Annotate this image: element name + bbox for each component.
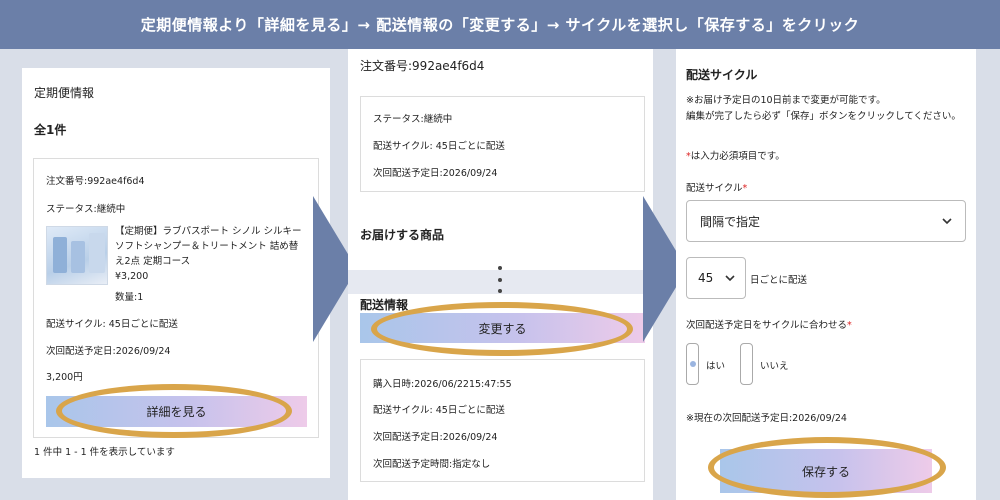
- product-price: ¥3,200: [115, 271, 149, 282]
- product-name[interactable]: 【定期便】ラブパスポート シノル シルキーソフトシャンプー＆トリートメント 詰め…: [115, 224, 307, 269]
- subscription-card: 注文番号:992ae4f6d4 ステータス:継続中 【定期便】ラブパスポート シ…: [33, 158, 319, 438]
- page-title: 定期便情報: [34, 86, 95, 100]
- change-button[interactable]: 変更する: [360, 313, 645, 343]
- next-delivery-date: 次回配送予定日:2026/09/24: [373, 432, 498, 443]
- current-next-date: ※現在の次回配送予定日:2026/09/24: [686, 413, 847, 424]
- cycle-type-select[interactable]: 間隔で指定: [686, 200, 966, 242]
- cycle-type-value: 間隔で指定: [700, 214, 761, 229]
- required-mark: *: [742, 183, 748, 194]
- cycle-days-suffix: 日ごとに配送: [750, 275, 808, 286]
- details-button[interactable]: 詳細を見る: [46, 396, 307, 427]
- required-mark: *: [847, 320, 852, 331]
- change-deadline-note: ※お届け予定日の10日前まで変更が可能です。: [686, 95, 886, 106]
- subscription-list-panel: 定期便情報 全1件 注文番号:992ae4f6d4 ステータス:継続中 【定期便…: [22, 68, 330, 478]
- product-quantity: 数量:1: [115, 292, 144, 303]
- radio-selected-dot: [690, 361, 696, 367]
- required-note-text: は入力必須項目です。: [690, 151, 785, 162]
- radio-yes-label[interactable]: はい: [706, 358, 725, 372]
- align-cycle-label: 次回配送予定日をサイクルに合わせる*: [686, 317, 852, 331]
- status-text: ステータス:継続中: [46, 204, 126, 215]
- save-reminder-note: 編集が完了したら必ず「保存」ボタンをクリックしてください。: [686, 111, 961, 122]
- status-text: ステータス:継続中: [373, 114, 453, 125]
- order-number: 注文番号:992ae4f6d4: [360, 59, 485, 73]
- radio-yes[interactable]: [686, 343, 699, 385]
- product-image: [46, 226, 108, 285]
- result-count: 全1件: [34, 123, 67, 137]
- items-heading: お届けする商品: [360, 228, 445, 242]
- radio-no[interactable]: [740, 343, 753, 385]
- shipping-heading: 配送情報: [360, 298, 409, 312]
- delivery-time: 次回配送予定時間:指定なし: [373, 459, 491, 470]
- status-card: ステータス:継続中 配送サイクル: 45日ごとに配送 次回配送予定日:2026/…: [360, 96, 645, 192]
- cycle-label: 配送サイクル*: [686, 180, 747, 194]
- instruction-banner: 定期便情報より「詳細を見る」→ 配送情報の「変更する」→ サイクルを選択し「保存…: [0, 0, 1000, 49]
- section-title: 配送サイクル: [686, 68, 758, 82]
- pagination-text: 1 件中 1 - 1 件を表示しています: [34, 447, 175, 458]
- delivery-cycle: 配送サイクル: 45日ごとに配送: [373, 405, 505, 416]
- cycle-label-text: 配送サイクル: [686, 183, 743, 194]
- cycle-days-select[interactable]: 45: [686, 257, 746, 299]
- save-button[interactable]: 保存する: [720, 449, 932, 493]
- delivery-cycle-panel: 配送サイクル ※お届け予定日の10日前まで変更が可能です。 編集が完了したら必ず…: [676, 49, 976, 500]
- chevron-down-icon: [942, 218, 952, 225]
- shipping-info-card: 購入日時:2026/06/2215:47:55 配送サイクル: 45日ごとに配送…: [360, 359, 645, 482]
- purchase-datetime: 購入日時:2026/06/2215:47:55: [373, 379, 512, 390]
- delivery-cycle: 配送サイクル: 45日ごとに配送: [46, 319, 178, 330]
- cycle-days-value: 45: [698, 271, 714, 285]
- chevron-down-icon: [725, 275, 735, 282]
- subscription-detail-panel: 注文番号:992ae4f6d4 ステータス:継続中 配送サイクル: 45日ごとに…: [348, 49, 653, 500]
- delivery-cycle: 配送サイクル: 45日ごとに配送: [373, 141, 505, 152]
- order-number: 注文番号:992ae4f6d4: [46, 176, 145, 187]
- total-price: 3,200円: [46, 372, 83, 383]
- radio-no-label[interactable]: いいえ: [760, 358, 789, 372]
- align-cycle-label-text: 次回配送予定日をサイクルに合わせる: [686, 320, 848, 331]
- required-note: *は入力必須項目です。: [686, 148, 785, 162]
- next-delivery-date: 次回配送予定日:2026/09/24: [373, 168, 498, 179]
- next-delivery-date: 次回配送予定日:2026/09/24: [46, 346, 171, 357]
